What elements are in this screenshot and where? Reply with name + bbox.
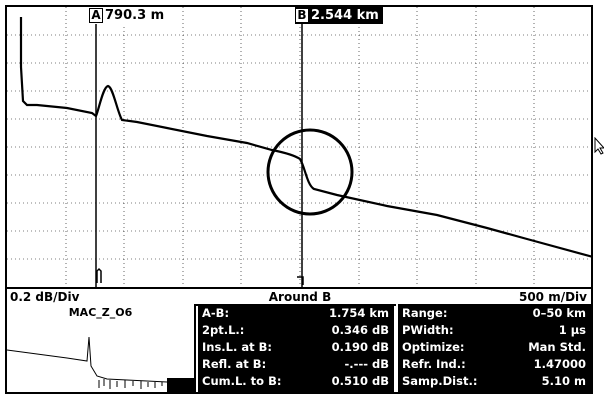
- result-value: -.--- dB: [344, 357, 389, 371]
- acquisition-settings-panel: Range: 0–50 km PWidth: 1 µs Optimize: Ma…: [396, 304, 591, 392]
- cursor-a-distance: 790.3 m: [105, 8, 165, 23]
- result-label: 2pt.L.:: [202, 323, 245, 337]
- horizontal-scale-label: 500 m/Div: [518, 289, 587, 304]
- fiber-trace: [19, 17, 593, 259]
- result-row: Refl. at B: -.--- dB: [198, 356, 394, 373]
- setting-label: PWidth:: [402, 323, 454, 337]
- setting-row: Range: 0–50 km: [398, 305, 591, 322]
- setting-row: Optimize: Man Std.: [398, 339, 591, 356]
- result-value: 0.190 dB: [331, 340, 389, 354]
- result-value: 0.510 dB: [331, 374, 389, 388]
- overview-panel: MAC_Z_O6: [7, 304, 196, 392]
- setting-row: Refr. Ind.: 1.47000: [398, 356, 591, 373]
- overview-noise-floor: [167, 378, 194, 392]
- result-row: 2pt.L.: 0.346 dB: [198, 322, 394, 339]
- setting-label: Refr. Ind.:: [402, 357, 466, 371]
- cursor-b-label[interactable]: B 2.544 km: [295, 7, 383, 24]
- trace-name: MAC_Z_O6: [68, 306, 133, 319]
- cursor-b-distance: 2.544 km: [311, 8, 379, 23]
- setting-label: Samp.Dist.:: [402, 374, 478, 388]
- setting-value: Man Std.: [528, 340, 586, 354]
- cursor-a-marker: [96, 267, 102, 283]
- result-label: Ins.L. at B:: [202, 340, 273, 354]
- event-highlight-circle: [266, 128, 354, 216]
- graph-grid: [7, 7, 593, 287]
- setting-value: 5.10 m: [541, 374, 586, 388]
- scale-center-label: Around B: [268, 289, 332, 304]
- setting-value: 1.47000: [533, 357, 586, 371]
- trace-graph[interactable]: [7, 7, 593, 287]
- setting-value: 1 µs: [558, 323, 586, 337]
- overview-trace: [7, 322, 194, 392]
- cursor-a-letter: A: [89, 8, 103, 23]
- result-value: 0.346 dB: [331, 323, 389, 337]
- setting-value: 0–50 km: [532, 306, 586, 320]
- setting-label: Optimize:: [402, 340, 465, 354]
- mouse-cursor-icon: [594, 137, 604, 155]
- result-label: A-B:: [202, 306, 230, 320]
- result-label: Refl. at B:: [202, 357, 267, 371]
- result-row: Ins.L. at B: 0.190 dB: [198, 339, 394, 356]
- setting-label: Range:: [402, 306, 448, 320]
- setting-row: PWidth: 1 µs: [398, 322, 591, 339]
- result-row: Cum.L. to B: 0.510 dB: [198, 373, 394, 390]
- result-row: A-B: 1.754 km: [198, 305, 394, 322]
- result-value: 1.754 km: [328, 306, 389, 320]
- measurement-results-panel: A-B: 1.754 km 2pt.L.: 0.346 dB Ins.L. at…: [198, 304, 394, 392]
- cursor-a-label[interactable]: A 790.3 m: [89, 7, 165, 24]
- result-label: Cum.L. to B:: [202, 374, 282, 388]
- vertical-scale-label: 0.2 dB/Div: [10, 289, 80, 304]
- setting-row: Samp.Dist.: 5.10 m: [398, 373, 591, 390]
- cursor-b-letter: B: [295, 8, 309, 23]
